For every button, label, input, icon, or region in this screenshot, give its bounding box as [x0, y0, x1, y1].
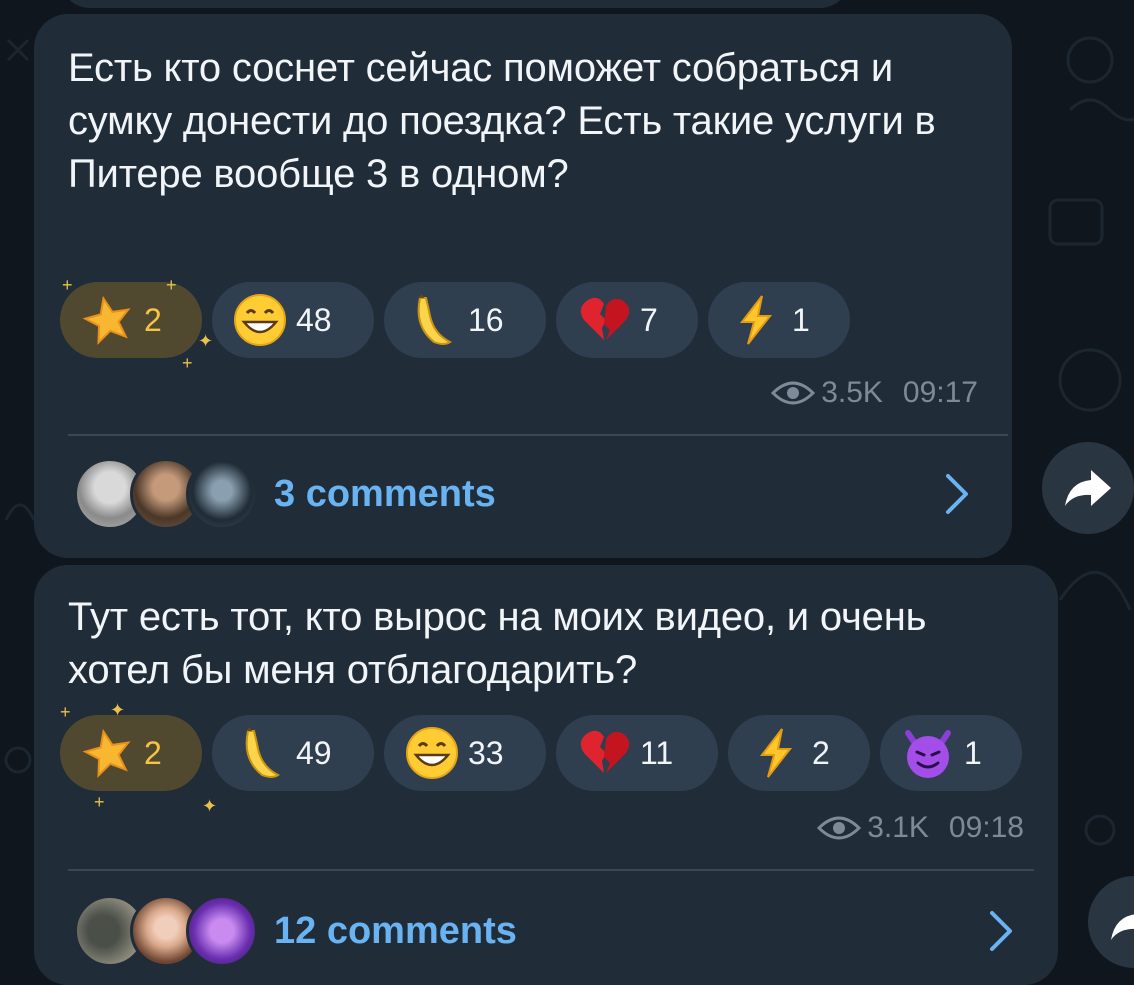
reaction-grinning[interactable]: 48 — [212, 282, 374, 358]
reaction-count: 49 — [296, 734, 332, 771]
reaction-count: 11 — [640, 734, 674, 771]
reaction-broken-heart[interactable]: 11 — [556, 715, 718, 791]
reaction-banana[interactable]: 49 — [212, 715, 374, 791]
reaction-paid-star[interactable]: 2 — [60, 715, 202, 791]
reaction-count: 1 — [964, 734, 982, 771]
eye-icon — [771, 381, 816, 405]
reaction-count: 7 — [640, 301, 658, 338]
channel-post[interactable]: Есть кто соснет сейчас поможет собраться… — [34, 14, 1012, 558]
star-icon — [82, 295, 131, 345]
divider — [68, 434, 1008, 436]
broken-heart-icon — [580, 730, 630, 773]
reaction-paid-star[interactable]: 2 — [60, 282, 202, 358]
reaction-count: 48 — [296, 301, 332, 338]
reaction-broken-heart[interactable]: 7 — [556, 282, 698, 358]
avatar — [186, 895, 258, 967]
previous-message-bubble-edge — [60, 0, 850, 8]
reaction-count: 1 — [792, 301, 810, 338]
reaction-banana[interactable]: 16 — [384, 282, 546, 358]
reaction-count: 2 — [812, 734, 830, 771]
reaction-count: 2 — [144, 301, 162, 338]
commenter-avatars — [74, 456, 258, 532]
divider — [68, 869, 1034, 871]
comments-count-label: 12 comments — [274, 909, 517, 952]
view-count: 3.1K — [867, 811, 929, 844]
lightning-icon — [759, 728, 793, 778]
post-time: 09:17 — [902, 376, 978, 409]
reaction-count: 2 — [144, 734, 162, 771]
commenter-avatars — [74, 893, 258, 969]
message-text: Тут есть тот, кто вырос на моих видео, и… — [68, 595, 927, 692]
post-meta: 3.5K 09:17 — [771, 376, 978, 410]
grinning-face-icon — [234, 294, 286, 346]
share-arrow-icon — [1065, 470, 1111, 506]
banana-icon — [417, 294, 452, 345]
comments-button[interactable]: 12 comments — [74, 891, 517, 971]
eye-icon — [817, 816, 862, 840]
comments-count-label: 3 comments — [274, 472, 496, 515]
channel-post[interactable]: Тут есть тот, кто вырос на моих видео, и… — [34, 565, 1058, 985]
smiling-devil-icon — [905, 730, 951, 778]
lightning-icon — [739, 295, 773, 345]
grinning-face-icon — [406, 727, 458, 779]
reaction-smiling-devil[interactable]: 1 — [880, 715, 1022, 791]
avatar — [186, 458, 258, 530]
message-text: Есть кто соснет сейчас поможет собраться… — [68, 46, 936, 196]
view-count: 3.5K — [821, 376, 883, 409]
share-button[interactable] — [1042, 442, 1134, 534]
star-icon — [82, 728, 131, 778]
reaction-count: 33 — [468, 734, 504, 771]
broken-heart-icon — [580, 297, 630, 340]
comments-button[interactable]: 3 comments — [74, 454, 496, 534]
chevron-right-icon — [946, 474, 968, 514]
reaction-count: 16 — [468, 301, 504, 338]
post-meta: 3.1K 09:18 — [817, 811, 1024, 845]
chevron-right-icon — [990, 911, 1012, 951]
reaction-grinning[interactable]: 33 — [384, 715, 546, 791]
banana-icon — [245, 727, 280, 778]
reaction-lightning[interactable]: 1 — [708, 282, 850, 358]
reactions-bar: 2 49 33 11 2 1 — [60, 715, 1040, 791]
post-time: 09:18 — [948, 811, 1024, 844]
reaction-lightning[interactable]: 2 — [728, 715, 870, 791]
share-arrow-icon — [1111, 914, 1134, 940]
reactions-bar: 2 48 16 7 1 — [60, 282, 880, 358]
